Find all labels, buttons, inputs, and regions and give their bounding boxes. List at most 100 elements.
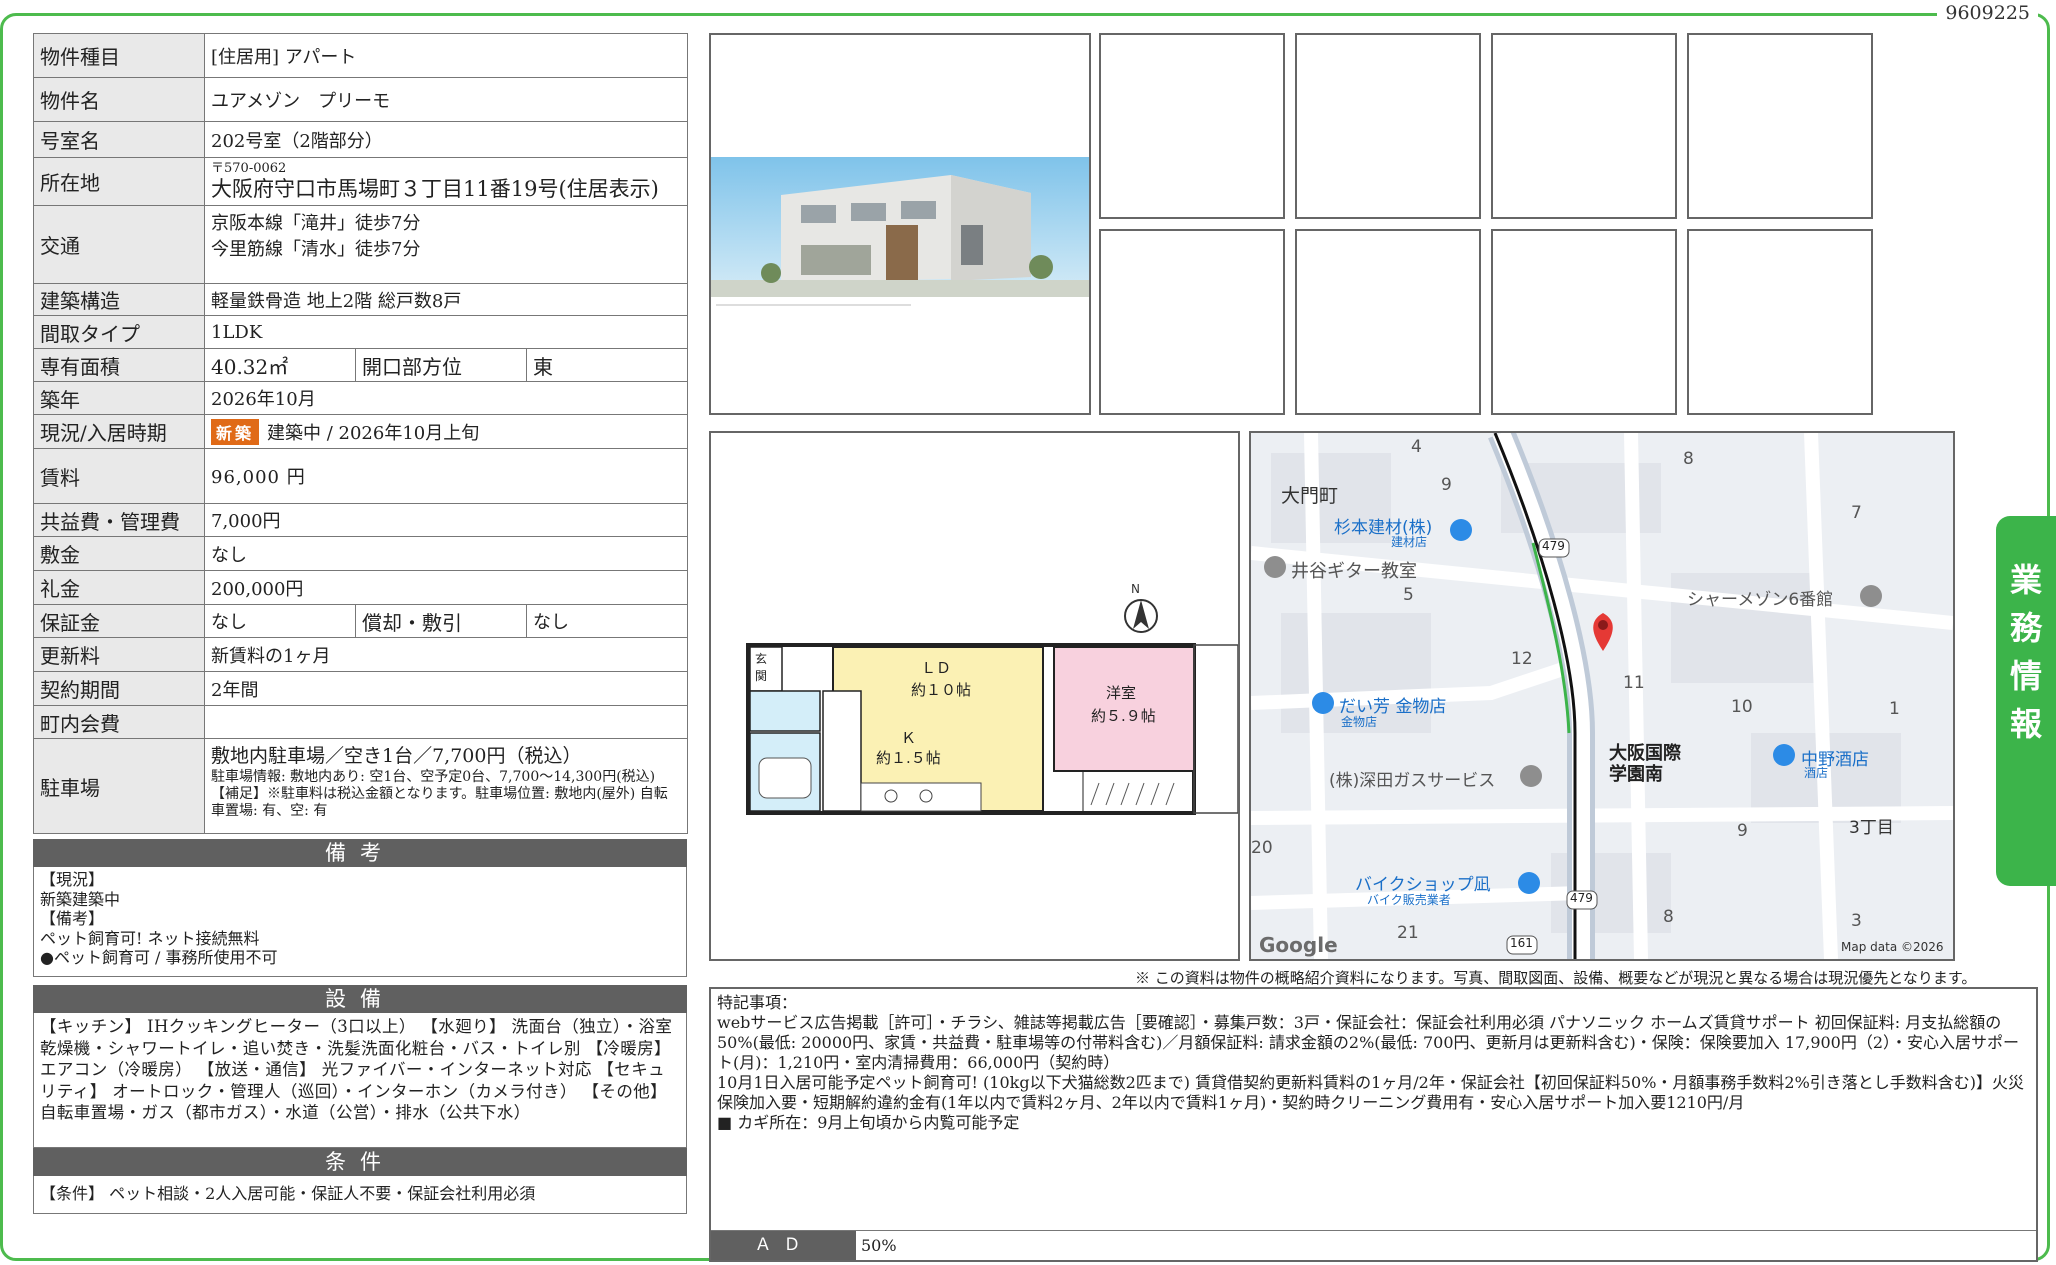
special-notes-title: 特記事項： <box>717 993 798 1012</box>
photo-slot-6[interactable] <box>1295 229 1481 415</box>
building-photo[interactable] <box>709 33 1091 415</box>
entrance-label-top: 玄 <box>755 651 767 666</box>
map-number: 9 <box>1737 821 1748 841</box>
guarantee-label: 保証金 <box>33 604 205 638</box>
map-number: 1 <box>1889 699 1900 719</box>
transit-line-2: 今里筋線「清水」徒歩7分 <box>211 239 421 260</box>
deposit-label: 敷金 <box>33 536 205 571</box>
conditions-heading: 条件 <box>33 1148 687 1176</box>
special-notes-box: 特記事項： webサービス広告掲載［許可］・チラシ、雑誌等掲載広告［要確認］・募… <box>709 987 2038 1262</box>
built-label: 築年 <box>33 381 205 415</box>
google-logo: Google <box>1259 933 1338 957</box>
conditions-text: 【条件】 ペット相談・2人入居可能・保証人不要・保証会社利用必須 <box>33 1176 687 1214</box>
photo-slot-1[interactable] <box>1099 33 1285 219</box>
structure-label: 建築構造 <box>33 283 205 316</box>
fee-label: 共益費・管理費 <box>33 503 205 537</box>
photo-slot-7[interactable] <box>1491 229 1677 415</box>
address-cell: 〒570-0062 大阪府守口市馬場町３丁目11番19号(住居表示) <box>203 157 689 206</box>
business-info-tab[interactable]: 業 務 情 報 <box>1996 516 2056 886</box>
area-value: 40.32㎡ <box>204 348 356 382</box>
layout-label: 間取タイプ <box>33 315 205 349</box>
map-number: 8 <box>1683 449 1694 469</box>
renewal-label: 更新料 <box>33 637 205 672</box>
photo-slot-5[interactable] <box>1099 229 1285 415</box>
photo-slot-8[interactable] <box>1687 229 1873 415</box>
equipment-heading: 設備 <box>33 985 687 1013</box>
map-number: 8 <box>1663 907 1674 927</box>
parking-cell: 敷地内駐車場／空き1台／7,700円（税込） 駐車場情報: 敷地内あり: 空1台… <box>203 738 689 834</box>
remarks-line: 【現況】 <box>40 870 105 889</box>
remarks-line: ●ペット飼育可 / 事務所使用不可 <box>40 948 278 967</box>
remarks-line: ペット飼育可! ネット接続無料 <box>40 928 260 948</box>
ad-value: 50% <box>861 1236 897 1255</box>
address-zip: 〒570-0062 <box>211 160 287 176</box>
property-spec-table: 物件種目 [住居用] アパート 物件名 ユアメゾン プリーモ 号室名 202号室… <box>33 33 689 834</box>
name-value: ユアメゾン プリーモ <box>203 77 689 122</box>
fee-value: 7,000円 <box>203 503 689 537</box>
address-value: 大阪府守口市馬場町３丁目11番19号(住居表示) <box>211 176 659 201</box>
road-number: 479 <box>1542 539 1565 553</box>
map-label: 3丁目 <box>1849 818 1894 838</box>
amortization-label: 償却・敷引 <box>355 604 527 638</box>
map-credit: Map data ©2026 <box>1841 940 1944 954</box>
renewal-value: 新賃料の1ヶ月 <box>203 637 689 672</box>
remarks-heading: 備考 <box>33 839 687 867</box>
map-label: 建材店 <box>1391 535 1428 549</box>
ad-row: ＡＤ 50% <box>711 1230 2036 1260</box>
room-value: 202号室（2階部分） <box>203 121 689 158</box>
town-fee-label: 町内会費 <box>33 705 205 739</box>
transit-label: 交通 <box>33 205 205 284</box>
direction-label: 開口部方位 <box>355 348 527 382</box>
map-label: 学園南 <box>1609 764 1663 785</box>
type-value: [住居用] アパート <box>203 33 689 78</box>
floor-plan[interactable]: N 玄 関 ＬＤ 約１０帖 Ｋ 約１.５帖 洋室 約５.９帖 <box>709 431 1240 961</box>
photo-slot-3[interactable] <box>1491 33 1677 219</box>
map-label: 井谷ギター教室 <box>1291 561 1417 582</box>
special-notes-line: ■ カギ所在：9月上旬頃から内覧可能予定 <box>717 1113 1020 1132</box>
road-number: 479 <box>1570 891 1593 905</box>
photo-slot-4[interactable] <box>1687 33 1873 219</box>
kitchen-size: 約１.５帖 <box>876 749 941 767</box>
map-number: 12 <box>1511 649 1533 669</box>
map-number: 3 <box>1851 911 1862 931</box>
map-label: バイク販売業者 <box>1367 893 1451 907</box>
floor-plan-drawing: N 玄 関 ＬＤ 約１０帖 Ｋ 約１.５帖 洋室 約５.９帖 <box>746 582 1239 815</box>
remarks-line: 【備考】 <box>40 909 105 928</box>
map-number: 21 <box>1397 923 1419 943</box>
tab-char: 報 <box>2009 705 2042 743</box>
term-value: 2年間 <box>203 671 689 706</box>
disclaimer-note: ※ この資料は物件の概略紹介資料になります。写真、間取図面、設備、概要などが現況… <box>1135 969 1977 987</box>
document-id: 9609225 <box>1937 0 2038 26</box>
term-label: 契約期間 <box>33 671 205 706</box>
tab-char: 務 <box>2009 609 2042 647</box>
map-number: 7 <box>1851 503 1862 523</box>
transit-cell: 京阪本線「滝井」徒歩7分 今里筋線「清水」徒歩7分 <box>203 205 689 284</box>
tab-char: 業 <box>2009 561 2042 599</box>
map-label: (株)深田ガスサービス <box>1329 771 1496 791</box>
building-rendering-image <box>711 157 1089 317</box>
guarantee-value: なし <box>204 604 356 638</box>
location-map[interactable]: 大門町 杉本建材(株) 建材店 井谷ギター教室 シャーメゾン6番館 だい芳 金物… <box>1249 431 1955 961</box>
parking-value: 敷地内駐車場／空き1台／7,700円（税込） <box>211 745 582 767</box>
map-number: 5 <box>1403 585 1414 605</box>
transit-line-1: 京阪本線「滝井」徒歩7分 <box>211 213 421 234</box>
remarks-section: 【現況】 新築建築中 【備考】 ペット飼育可! ネット接続無料 ●ペット飼育可 … <box>33 867 687 977</box>
name-label: 物件名 <box>33 77 205 122</box>
kitchen-label: Ｋ <box>901 729 916 747</box>
status-label: 現況/入居時期 <box>33 414 205 449</box>
ad-label: ＡＤ <box>711 1231 856 1260</box>
photo-slot-2[interactable] <box>1295 33 1481 219</box>
new-build-badge: 新築 <box>211 418 260 445</box>
map-number: 9 <box>1441 475 1452 495</box>
map-number: 10 <box>1731 697 1753 717</box>
ld-label: ＬＤ <box>921 659 951 677</box>
structure-value: 軽量鉄骨造 地上2階 総戸数8戸 <box>203 283 689 316</box>
special-notes-line: 10月1日入居可能予定ペット飼育可! (10kg以下犬猫総数2匹まで) 賃貸借契… <box>717 1073 2025 1112</box>
built-value: 2026年10月 <box>203 381 689 415</box>
map-number: 20 <box>1251 838 1273 858</box>
entrance-label-bottom: 関 <box>755 669 767 683</box>
parking-detail: 駐車場情報: 敷地内あり: 空1台、空予定0台、7,700〜14,300円(税込… <box>211 769 668 819</box>
road-number: 161 <box>1510 936 1533 950</box>
town-fee-value <box>203 705 689 739</box>
map-label: 酒店 <box>1804 766 1829 780</box>
